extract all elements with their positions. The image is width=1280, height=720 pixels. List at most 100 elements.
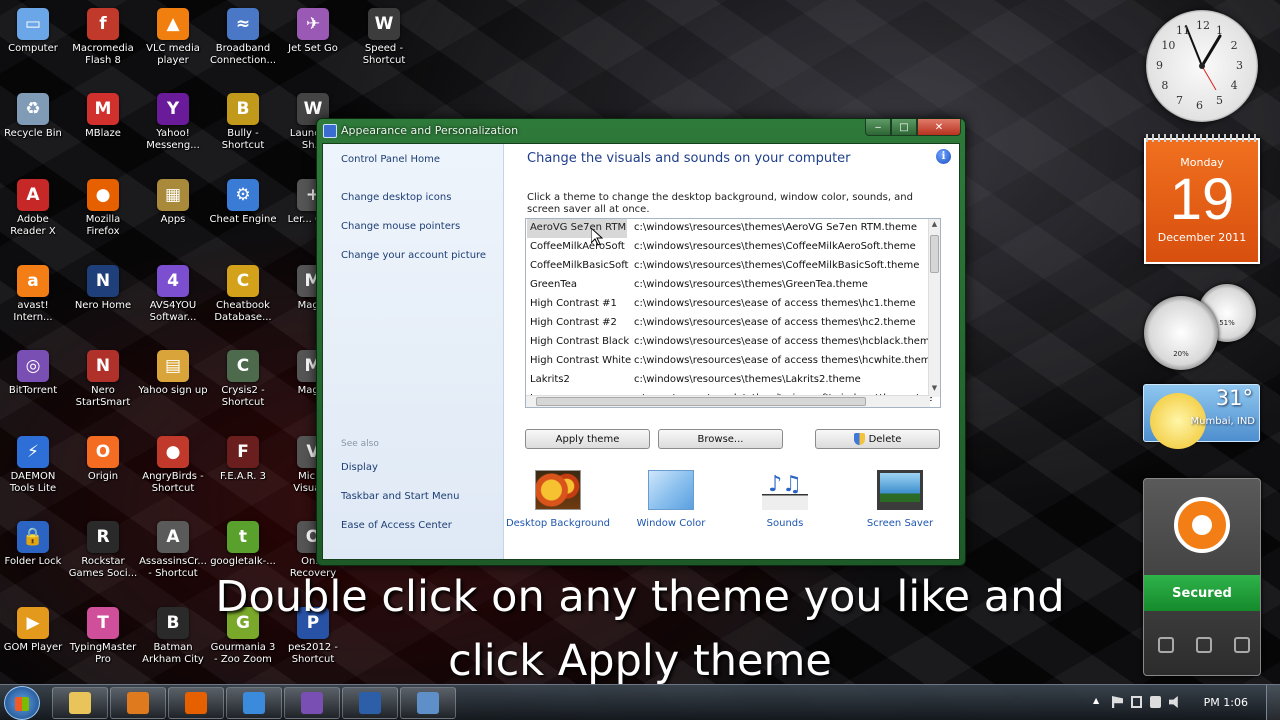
nav-change-account-picture[interactable]: Change your account picture — [341, 250, 486, 261]
theme-row[interactable]: High Contrast #1 c:\windows\resources\eas… — [526, 295, 930, 314]
desktop-shortcut[interactable]: ◎ BitTorrent — [0, 350, 68, 397]
taskbar-button[interactable] — [52, 687, 108, 719]
avast-gadget[interactable]: Secured — [1143, 478, 1261, 676]
desktop-shortcut[interactable]: B Batman Arkham City — [138, 607, 208, 666]
desktop-shortcut[interactable]: ● Mozilla Firefox — [68, 179, 138, 238]
nav-display[interactable]: Display — [341, 462, 378, 473]
action-center-flag-icon[interactable] — [1112, 696, 1123, 708]
desktop-shortcut[interactable]: a avast! Intern... — [0, 265, 68, 324]
nav-change-mouse-pointers[interactable]: Change mouse pointers — [341, 221, 460, 232]
desktop-shortcut[interactable]: A AssassinsCr... - Shortcut — [138, 521, 208, 580]
info-icon[interactable]: i — [936, 149, 951, 164]
tray-expand-icon[interactable]: ▲ — [1093, 696, 1104, 708]
desktop-shortcut[interactable]: ▭ Computer — [0, 8, 68, 55]
internet-explorer-icon — [243, 692, 265, 714]
desktop-shortcut[interactable]: B Bully - Shortcut — [208, 93, 278, 152]
theme-list-vertical-scrollbar[interactable]: ▲ ▼ — [928, 219, 940, 397]
taskbar-button[interactable] — [226, 687, 282, 719]
taskbar-button[interactable] — [168, 687, 224, 719]
desktop-shortcut[interactable]: T TypingMaster Pro — [68, 607, 138, 666]
nav-control-panel-home[interactable]: Control Panel Home — [341, 154, 440, 165]
folder-lock-icon: 🔒 — [17, 521, 49, 553]
nav-ease-of-access-center[interactable]: Ease of Access Center — [341, 520, 452, 531]
desktop-shortcut[interactable]: R Rockstar Games Soci... — [68, 521, 138, 580]
sounds-tile[interactable]: ♪♫ Sounds — [730, 470, 840, 529]
desktop-shortcut[interactable]: f Macromedia Flash 8 — [68, 8, 138, 67]
theme-row[interactable]: High Contrast Black c:\windows\resources\… — [526, 333, 936, 352]
avast-shield-icon[interactable] — [1196, 637, 1212, 653]
desktop-shortcut[interactable]: ▤ Yahoo sign up — [138, 350, 208, 397]
weather-temperature: 31° — [1215, 386, 1253, 410]
theme-row[interactable]: GreenTea c:\windows\resources\themes\Gree… — [526, 276, 930, 295]
desktop-shortcut[interactable]: ● AngryBirds - Shortcut — [138, 436, 208, 495]
calendar-rings — [1146, 134, 1258, 142]
taskbar-button[interactable] — [284, 687, 340, 719]
desktop-shortcut-label: Computer — [8, 43, 58, 54]
desktop-shortcut[interactable]: ▲ VLC media player — [138, 8, 208, 67]
desktop-shortcut[interactable]: C Cheatbook Database... — [208, 265, 278, 324]
clock-number: 11 — [1176, 24, 1190, 38]
theme-name: Lakrits2 — [530, 374, 570, 385]
taskbar-button[interactable] — [342, 687, 398, 719]
theme-row[interactable]: CoffeeMilkAeroSoft c:\windows\resources\t… — [526, 238, 930, 257]
power-icon[interactable] — [1150, 696, 1161, 708]
desktop-shortcut[interactable]: O Origin — [68, 436, 138, 483]
scroll-down-icon[interactable]: ▼ — [929, 384, 940, 396]
theme-row[interactable]: AeroVG Se7en RTM c:\windows\resources\the… — [526, 219, 930, 238]
show-desktop-button[interactable] — [1266, 685, 1280, 720]
minimize-button[interactable]: ‒ — [865, 119, 891, 136]
theme-row[interactable]: Lakrits2 c:\windows\resources\themes\Lakr… — [526, 371, 930, 390]
window-color-tile[interactable]: Window Color — [616, 470, 726, 529]
recycle-bin-icon: ♻ — [17, 93, 49, 125]
volume-icon[interactable] — [1169, 696, 1178, 708]
delete-button[interactable]: Delete — [815, 429, 940, 449]
desktop-shortcut[interactable]: ▦ Apps — [138, 179, 208, 226]
nav-taskbar-start-menu[interactable]: Taskbar and Start Menu — [341, 491, 459, 502]
calendar-gadget[interactable]: Monday 19 December 2011 — [1144, 134, 1260, 264]
theme-row[interactable]: High Contrast #2 c:\windows\resources\eas… — [526, 314, 930, 333]
desktop-shortcut[interactable]: ⚙ Cheat Engine — [208, 179, 278, 226]
close-button[interactable]: ✕ — [917, 119, 961, 136]
clock-gadget[interactable]: 12 1 2 3 4 5 6 7 8 9 10 11 — [1146, 10, 1258, 122]
taskbar-button[interactable] — [110, 687, 166, 719]
weather-gadget[interactable]: 31° Mumbai, IND — [1143, 384, 1260, 449]
desktop-shortcut[interactable]: t googletalk-... — [208, 521, 278, 568]
desktop-shortcut[interactable]: 4 AVS4YOU Softwar... — [138, 265, 208, 324]
desktop-shortcut[interactable]: ≈ Broadband Connection... — [208, 8, 278, 67]
desktop-shortcut[interactable]: ✈ Jet Set Go — [278, 8, 348, 55]
screen-saver-tile[interactable]: Screen Saver — [845, 470, 955, 529]
desktop-shortcut-label: Recycle Bin — [4, 128, 62, 139]
horizontal-scroll-thumb[interactable] — [536, 397, 866, 406]
desktop-shortcut[interactable]: ▶ GOM Player — [0, 607, 68, 654]
desktop-shortcut[interactable]: N Nero Home — [68, 265, 138, 312]
maximize-button[interactable]: □ — [891, 119, 917, 136]
desktop-background-tile[interactable]: Desktop Background — [503, 470, 613, 529]
taskbar-button[interactable] — [400, 687, 456, 719]
network-icon[interactable] — [1131, 696, 1142, 708]
desktop-shortcut[interactable]: ♻ Recycle Bin — [0, 93, 68, 140]
desktop-shortcut[interactable]: Y Yahoo! Messeng... — [138, 93, 208, 152]
theme-row[interactable]: High Contrast White c:\windows\resources\… — [526, 352, 937, 371]
browse-button[interactable]: Browse... — [658, 429, 783, 449]
nav-change-desktop-icons[interactable]: Change desktop icons — [341, 192, 451, 203]
desktop-shortcut[interactable]: N Nero StartSmart — [68, 350, 138, 409]
desktop-shortcut[interactable]: C Crysis2 - Shortcut — [208, 350, 278, 409]
desktop-shortcut[interactable]: F F.E.A.R. 3 — [208, 436, 278, 483]
control-panel-icon — [323, 124, 337, 138]
desktop-shortcut[interactable]: W Speed - Shortcut — [349, 8, 419, 67]
vertical-scroll-thumb[interactable] — [930, 235, 939, 273]
desktop-shortcut[interactable]: 🔒 Folder Lock — [0, 521, 68, 568]
desktop-shortcut[interactable]: M MBlaze — [68, 93, 138, 140]
title-bar[interactable]: Appearance and Personalization ‒ □ ✕ — [317, 119, 965, 143]
scroll-up-icon[interactable]: ▲ — [929, 220, 940, 232]
avast-window-icon[interactable] — [1158, 637, 1174, 653]
theme-list[interactable]: AeroVG Se7en RTM c:\windows\resources\the… — [525, 218, 941, 408]
theme-list-horizontal-scrollbar[interactable] — [526, 395, 930, 407]
start-button[interactable] — [4, 686, 40, 720]
taskbar-clock[interactable]: PM 1:06 — [1204, 696, 1248, 709]
avast-refresh-icon[interactable] — [1234, 637, 1250, 653]
desktop-shortcut[interactable]: A Adobe Reader X — [0, 179, 68, 238]
desktop-shortcut[interactable]: ⚡ DAEMON Tools Lite — [0, 436, 68, 495]
apply-theme-button[interactable]: Apply theme — [525, 429, 650, 449]
theme-row[interactable]: CoffeeMilkBasicSoft c:\windows\resources\… — [526, 257, 930, 276]
